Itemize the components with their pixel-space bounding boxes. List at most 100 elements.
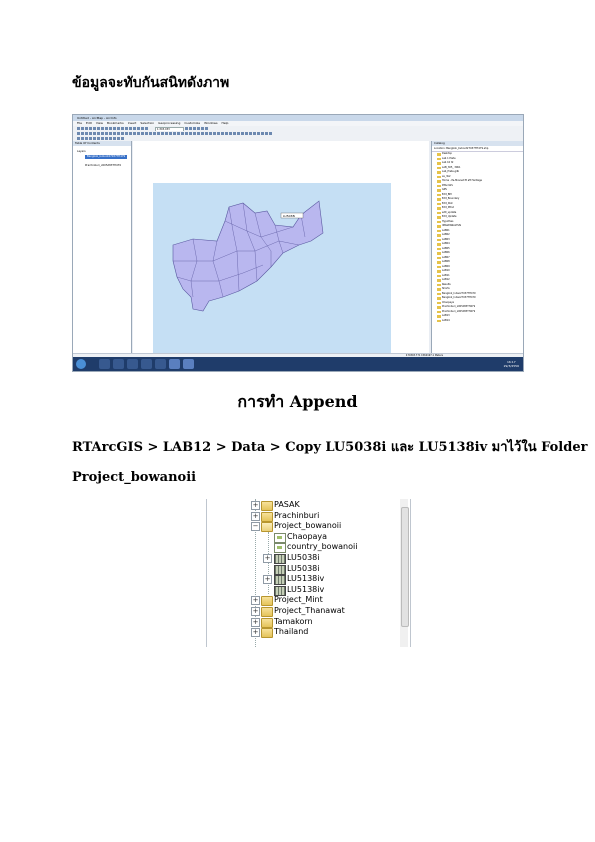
tool-icon[interactable]: [97, 137, 100, 140]
tool-icon[interactable]: [141, 132, 144, 135]
menu-item[interactable]: Windows: [204, 121, 217, 125]
tool-icon[interactable]: [117, 137, 120, 140]
taskbar-explorer-icon[interactable]: [99, 359, 110, 369]
tool-icon[interactable]: [93, 127, 96, 130]
tool-icon[interactable]: [269, 132, 272, 135]
tool-icon[interactable]: [89, 132, 92, 135]
tool-icon[interactable]: [89, 137, 92, 140]
menu-item[interactable]: Bookmarks: [107, 121, 124, 125]
expand-icon[interactable]: +: [263, 554, 272, 563]
expand-icon[interactable]: +: [251, 511, 260, 521]
tree-item-label[interactable]: Thailand: [274, 627, 308, 637]
tool-icon[interactable]: [81, 127, 84, 130]
tool-icon[interactable]: [197, 132, 200, 135]
tool-icon[interactable]: [77, 132, 80, 135]
tree-item-label[interactable]: Tamakorn: [274, 617, 313, 627]
taskbar-arcmap-icon[interactable]: [183, 359, 194, 369]
tool-icon[interactable]: [81, 132, 84, 135]
tool-icon[interactable]: [201, 127, 204, 130]
tool-icon[interactable]: [93, 137, 96, 140]
tool-icon[interactable]: [97, 127, 100, 130]
tool-icon[interactable]: [113, 127, 116, 130]
tool-icon[interactable]: [109, 127, 112, 130]
toc-layer-bangkok[interactable]: Bangkok_bvboot27037TH479: [85, 155, 128, 159]
scrollbar-thumb[interactable]: [401, 507, 409, 627]
menu-item[interactable]: Insert: [128, 121, 137, 125]
menu-item[interactable]: Selection: [140, 121, 154, 125]
tree-item-label[interactable]: Project_Thanawat: [274, 606, 345, 616]
tool-icon[interactable]: [77, 137, 80, 140]
tool-icon[interactable]: [205, 132, 208, 135]
tree-item-label[interactable]: LU5138iv: [287, 574, 324, 584]
tool-icon[interactable]: [145, 127, 148, 130]
tool-icon[interactable]: [101, 132, 104, 135]
tool-icon[interactable]: [85, 127, 88, 130]
tool-icon[interactable]: [137, 127, 140, 130]
tool-icon[interactable]: [137, 132, 140, 135]
tree-item-label[interactable]: Project_Mint: [274, 595, 323, 605]
expand-icon[interactable]: +: [251, 607, 260, 616]
tool-icon[interactable]: [149, 132, 152, 135]
tool-icon[interactable]: [197, 127, 200, 130]
menu-item[interactable]: View: [96, 121, 103, 125]
tool-icon[interactable]: [121, 132, 124, 135]
tool-icon[interactable]: [189, 127, 192, 130]
tool-icon[interactable]: [221, 132, 224, 135]
tool-icon[interactable]: [209, 132, 212, 135]
tree-item-label[interactable]: Chaopaya: [287, 532, 327, 542]
expand-icon[interactable]: +: [251, 501, 260, 510]
tree-item-label[interactable]: Project_bowanoii: [274, 521, 341, 531]
tool-icon[interactable]: [189, 132, 192, 135]
tool-icon[interactable]: [265, 132, 268, 135]
tool-icon[interactable]: [117, 132, 120, 135]
tool-icon[interactable]: [101, 137, 104, 140]
taskbar-firefox-icon[interactable]: [155, 359, 166, 369]
tool-icon[interactable]: [181, 132, 184, 135]
tool-icon[interactable]: [105, 132, 108, 135]
menu-item[interactable]: File: [77, 121, 82, 125]
tree-item-label[interactable]: LU5138iv: [287, 585, 324, 595]
tree-item-label[interactable]: PASAK: [274, 500, 300, 510]
tool-icon[interactable]: [233, 132, 236, 135]
tool-icon[interactable]: [113, 137, 116, 140]
tool-icon[interactable]: [121, 137, 124, 140]
tool-icon[interactable]: [157, 132, 160, 135]
tool-icon[interactable]: [105, 127, 108, 130]
tool-icon[interactable]: [153, 132, 156, 135]
tool-icon[interactable]: [185, 132, 188, 135]
tool-icon[interactable]: [85, 132, 88, 135]
tool-icon[interactable]: [141, 127, 144, 130]
tool-icon[interactable]: [89, 127, 92, 130]
toc-layer-prachinburi[interactable]: Prachinburi_x005d83TH479: [85, 164, 121, 168]
menu-item[interactable]: Edit: [86, 121, 92, 125]
tool-icon[interactable]: [125, 127, 128, 130]
tree-item-label[interactable]: Prachinburi: [274, 511, 319, 521]
expand-icon[interactable]: +: [251, 596, 260, 606]
tool-icon[interactable]: [109, 132, 112, 135]
tool-icon[interactable]: [165, 132, 168, 135]
tool-icon[interactable]: [229, 132, 232, 135]
tree-item-label[interactable]: LU5038i: [287, 564, 320, 574]
menu-item[interactable]: Help: [222, 121, 229, 125]
menu-item[interactable]: Customize: [184, 121, 200, 125]
tool-icon[interactable]: [129, 132, 132, 135]
tool-icon[interactable]: [245, 132, 248, 135]
tool-icon[interactable]: [177, 132, 180, 135]
taskbar-folder-icon[interactable]: [127, 359, 138, 369]
tool-icon[interactable]: [193, 127, 196, 130]
tool-icon[interactable]: [97, 132, 100, 135]
menu-item[interactable]: Geoprocessing: [158, 121, 180, 125]
tool-icon[interactable]: [241, 132, 244, 135]
tool-icon[interactable]: [257, 132, 260, 135]
tool-icon[interactable]: [77, 127, 80, 130]
tool-icon[interactable]: [101, 127, 104, 130]
tool-icon[interactable]: [133, 127, 136, 130]
tool-icon[interactable]: [237, 132, 240, 135]
tool-icon[interactable]: [205, 127, 208, 130]
tree-item-label[interactable]: country_bowanoii: [287, 542, 357, 552]
tool-icon[interactable]: [193, 132, 196, 135]
tree-item-label[interactable]: LU5038i: [287, 553, 320, 563]
tool-icon[interactable]: [217, 132, 220, 135]
collapse-icon[interactable]: −: [251, 522, 260, 532]
toc-layers[interactable]: Layers: [77, 150, 86, 154]
